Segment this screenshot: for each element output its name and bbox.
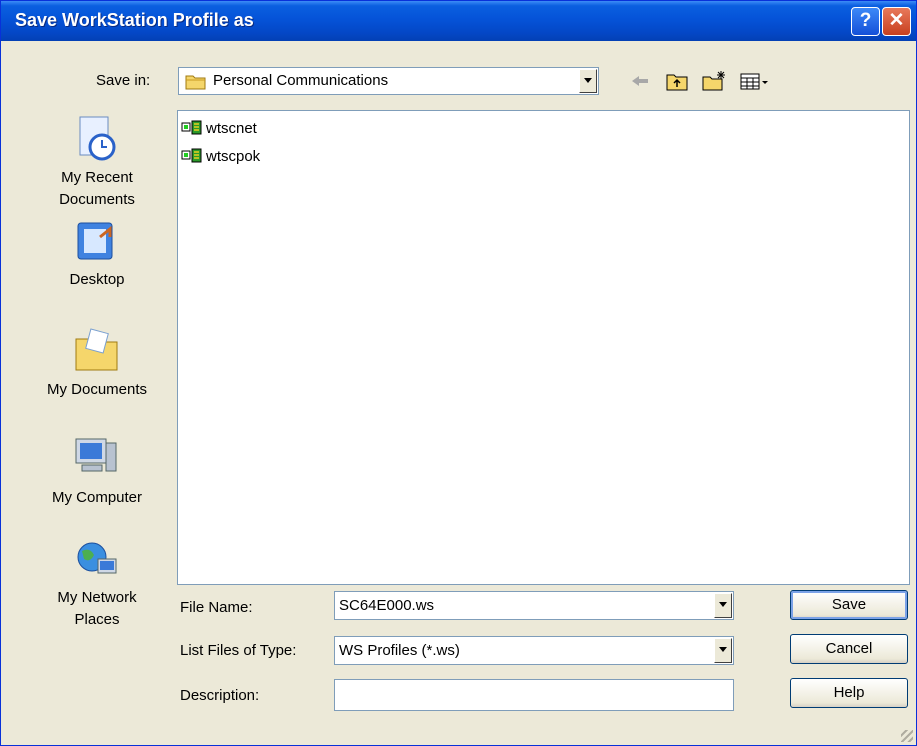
close-button[interactable]: ✕	[882, 7, 911, 36]
resize-grip-icon[interactable]	[901, 730, 913, 742]
place-network[interactable]: My Network Places	[27, 537, 167, 631]
my-documents-icon	[75, 328, 118, 371]
help-button[interactable]: Help	[790, 678, 908, 708]
chevron-down-icon[interactable]	[714, 593, 732, 618]
help-title-button[interactable]: ?	[851, 7, 880, 36]
new-folder-icon[interactable]	[701, 70, 727, 92]
file-type-dropdown[interactable]: WS Profiles (*.ws)	[334, 636, 734, 665]
chevron-down-icon[interactable]	[714, 638, 732, 663]
workstation-profile-icon	[181, 120, 202, 135]
up-folder-icon[interactable]	[665, 70, 689, 92]
save-dialog: Save WorkStation Profile as ? ✕ Save in:…	[0, 0, 917, 746]
file-list[interactable]: wtscnet wtscpok	[177, 110, 910, 585]
file-name: wtscpok	[206, 147, 261, 165]
network-places-icon	[77, 542, 117, 574]
place-label: My Network	[57, 589, 137, 606]
file-name-label: File Name:	[180, 599, 253, 616]
save-in-dropdown[interactable]: Personal Communications	[178, 67, 599, 95]
question-icon: ?	[859, 10, 872, 31]
close-icon: ✕	[888, 10, 905, 31]
view-menu-icon[interactable]	[739, 70, 769, 92]
place-label: My Computer	[51, 489, 143, 506]
cancel-button[interactable]: Cancel	[790, 634, 908, 664]
my-computer-icon	[75, 438, 117, 472]
place-label: Documents	[59, 191, 135, 208]
workstation-profile-icon	[181, 148, 202, 163]
save-button[interactable]: Save	[790, 590, 908, 620]
desktop-icon	[77, 222, 113, 260]
title-bar[interactable]: Save WorkStation Profile as ? ✕	[1, 1, 916, 41]
place-label: Places	[74, 611, 120, 628]
place-label: Desktop	[69, 271, 125, 288]
file-name: wtscnet	[206, 119, 257, 137]
file-type-value: WS Profiles (*.ws)	[339, 642, 460, 659]
place-my-documents[interactable]: My Documents	[27, 325, 167, 401]
description-field[interactable]	[334, 679, 734, 711]
place-recent-documents[interactable]: My Recent Documents	[27, 113, 167, 211]
save-in-label: Save in:	[96, 72, 151, 89]
dialog-title: Save WorkStation Profile as	[15, 10, 254, 30]
file-name-combo[interactable]: SC64E000.ws	[334, 591, 734, 620]
save-in-value: Personal Communications	[213, 72, 389, 89]
file-name-value[interactable]: SC64E000.ws	[339, 597, 434, 614]
file-type-label: List Files of Type:	[180, 642, 297, 659]
chevron-down-icon[interactable]	[579, 69, 597, 93]
list-item[interactable]: wtscnet	[181, 118, 257, 138]
place-my-computer[interactable]: My Computer	[27, 433, 167, 509]
folder-icon	[185, 75, 206, 90]
place-desktop[interactable]: Desktop	[27, 219, 167, 291]
list-item[interactable]: wtscpok	[181, 146, 260, 166]
recent-documents-icon	[79, 116, 116, 161]
place-label: My Recent	[61, 169, 133, 186]
back-arrow-icon[interactable]	[629, 70, 651, 92]
description-label: Description:	[180, 687, 260, 704]
place-label: My Documents	[46, 381, 148, 398]
